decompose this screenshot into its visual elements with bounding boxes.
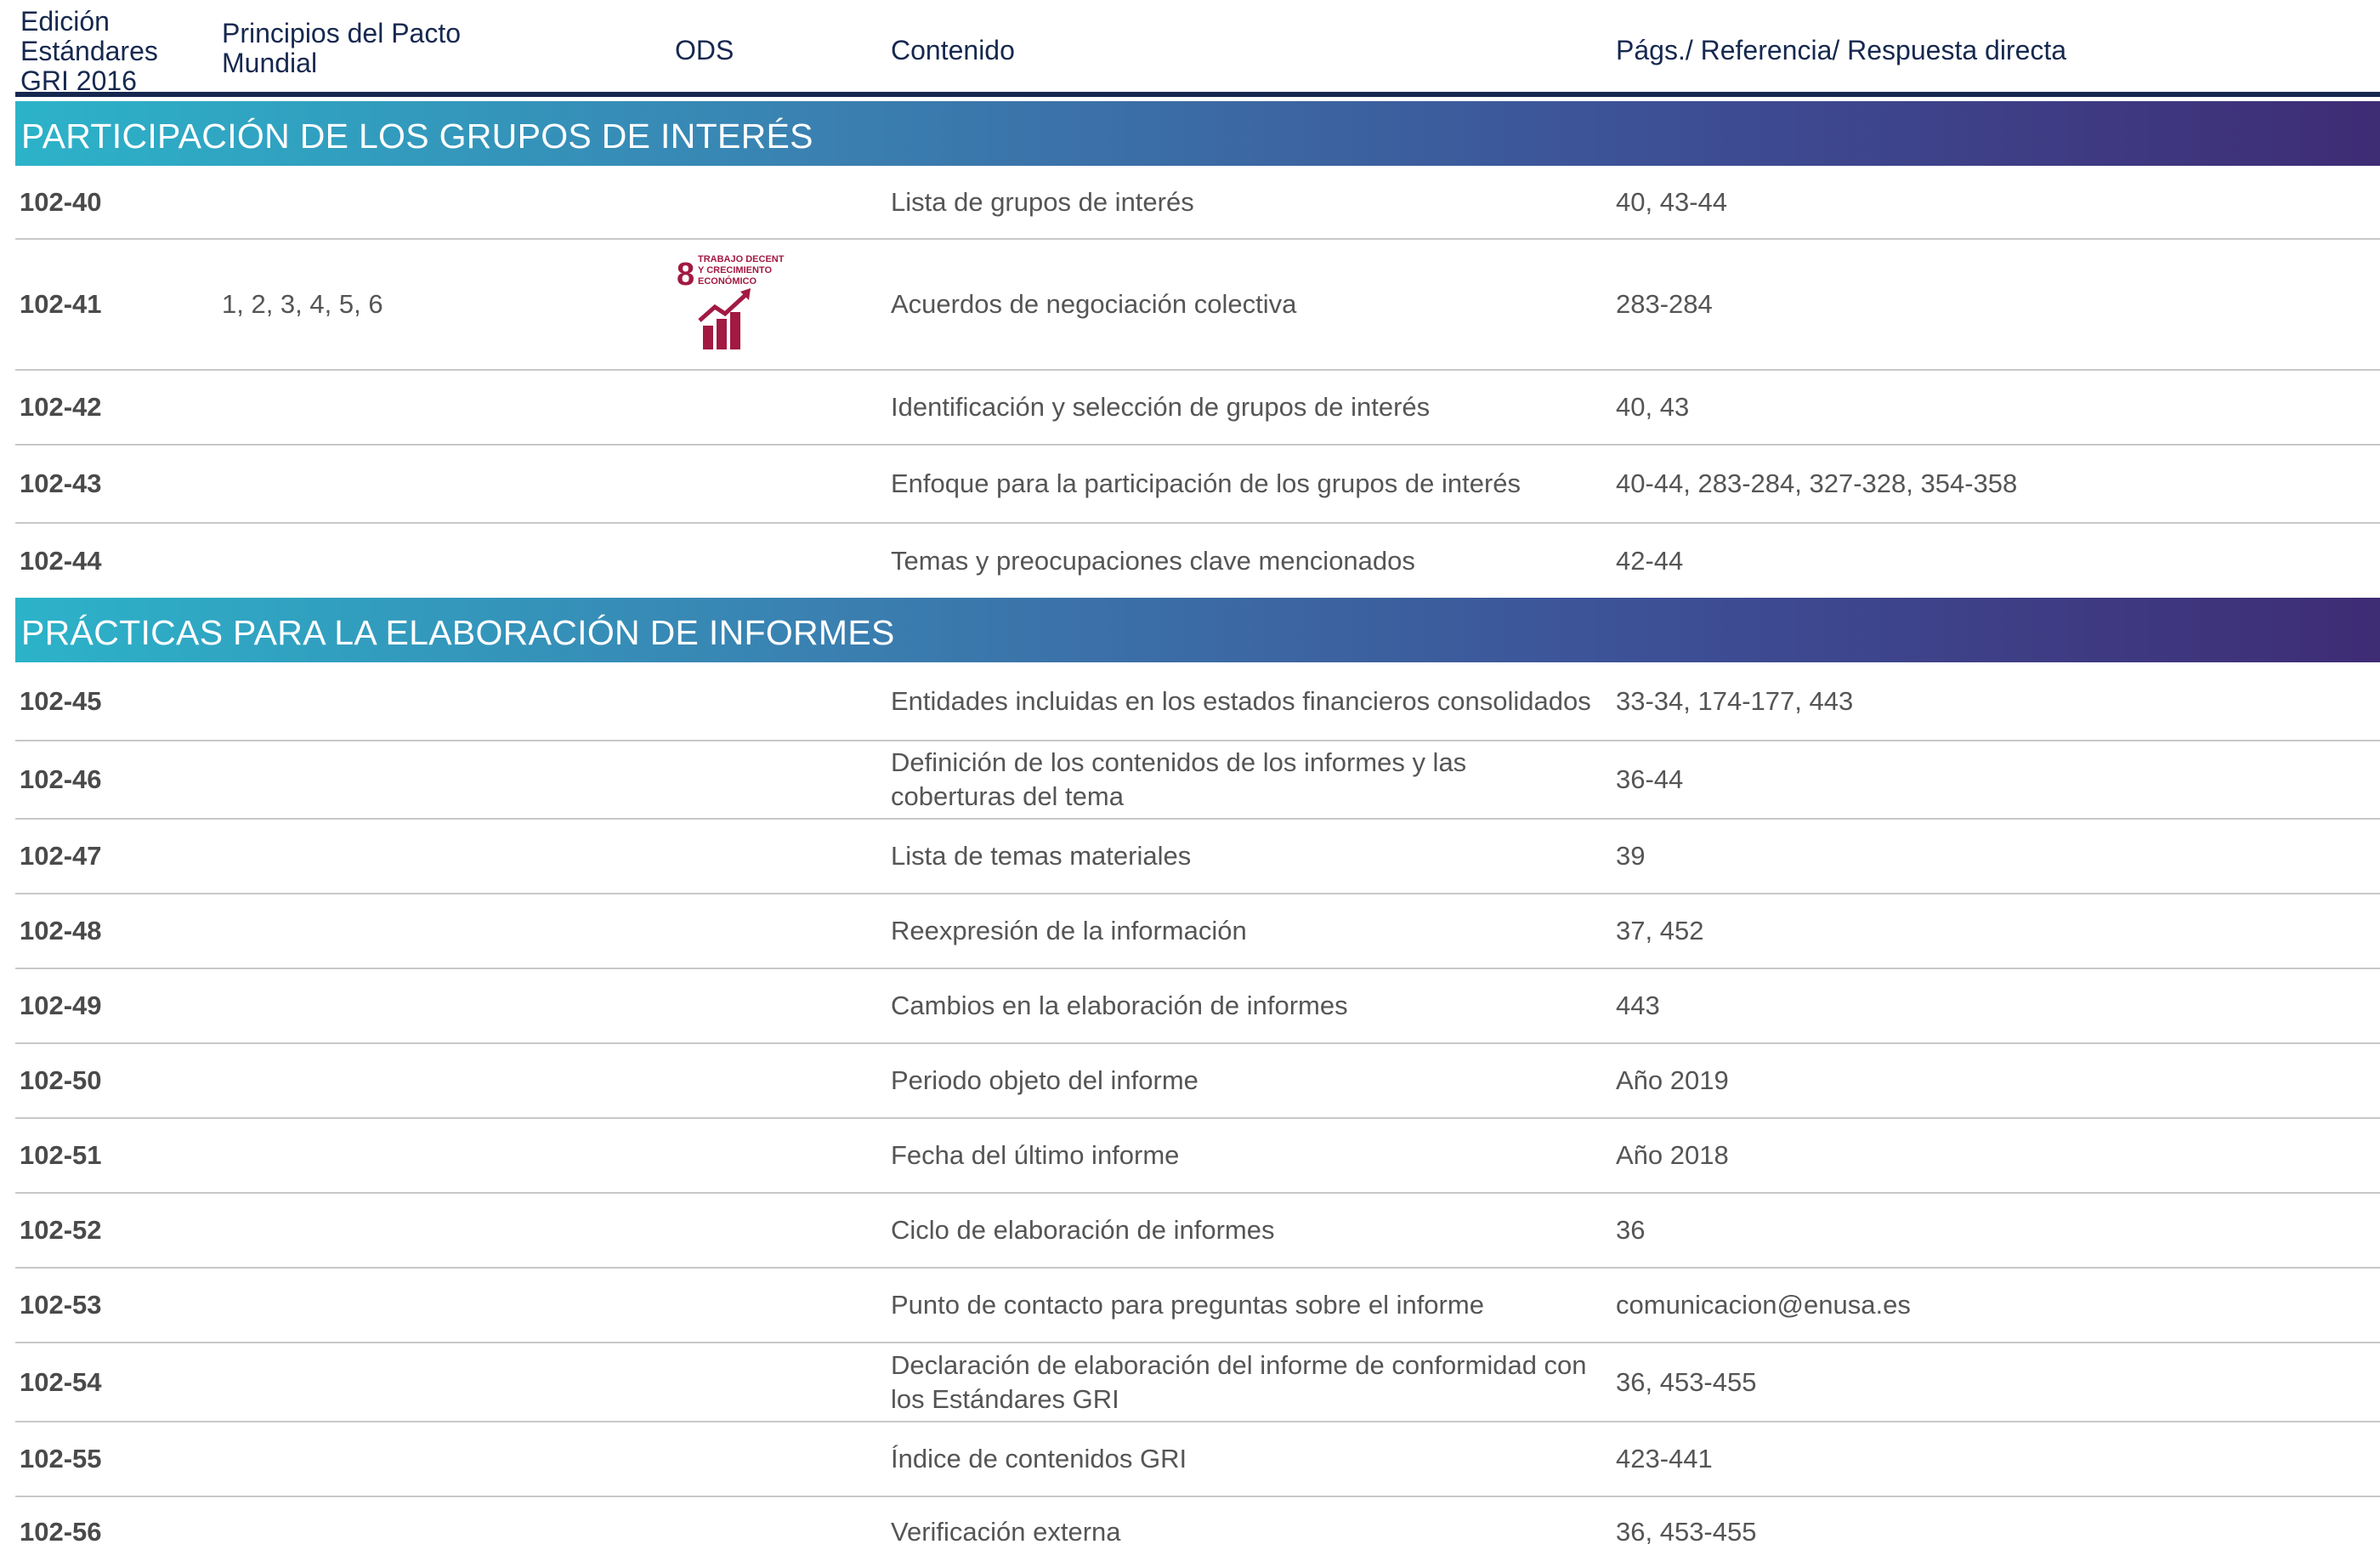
section-bar-participacion: PARTICIPACIÓN DE LOS GRUPOS DE INTERÉS [15,101,2380,166]
gri-code: 102-52 [20,1215,102,1245]
gri-code: 102-54 [20,1366,102,1397]
pags-reference: 423-441 [1616,1444,1713,1473]
contenido-text: Declaración de elaboración del informe d… [891,1349,1587,1414]
contenido-text: Fecha del último informe [891,1140,1180,1170]
sdg-number: 8 [677,257,694,292]
pags-reference: Año 2019 [1616,1065,1729,1095]
contenido-text: Identificación y selección de grupos de … [891,392,1431,422]
section-title: PRÁCTICAS PARA LA ELABORACIÓN DE INFORME… [21,613,895,652]
table-row: 102-41 1, 2, 3, 4, 5, 6 8 TRABAJO DECENT… [15,240,2380,371]
gri-code: 102-40 [20,186,102,217]
gri-code: 102-55 [20,1444,102,1473]
pags-reference: comunicacion@enusa.es [1616,1290,1911,1320]
header-ods: ODS [675,35,734,65]
header-gri-edition: Edición Estándares GRI 2016 [20,6,158,96]
pags-reference: 40, 43-44 [1616,186,1727,217]
pags-reference: 42-44 [1616,546,1684,576]
gri-code: 102-42 [20,392,102,422]
contenido-text: Temas y preocupaciones clave mencionados [891,546,1415,576]
gri-code: 102-49 [20,991,102,1020]
section-bar-practicas: PRÁCTICAS PARA LA ELABORACIÓN DE INFORME… [15,598,2380,662]
table-row: 102-42 Identificación y selección de gru… [15,371,2380,446]
table-row: 102-55 Índice de contenidos GRI 423-441 [15,1422,2380,1497]
contenido-text: Definición de los contenidos de los info… [891,747,1467,811]
table-row: 102-52 Ciclo de elaboración de informes … [15,1194,2380,1269]
table-row: 102-40 Lista de grupos de interés 40, 43… [15,166,2380,240]
contenido-text: Verificación externa [891,1517,1121,1547]
table-row: 102-56 Verificación externa 36, 453-455 [15,1497,2380,1567]
gri-code: 102-43 [20,468,102,498]
header-pacto-mundial: Principios del Pacto Mundial [222,18,462,78]
pags-reference: 33-34, 174-177, 443 [1616,685,1854,716]
table-row: 102-54 Declaración de elaboración del in… [15,1343,2380,1422]
table-row: 102-53 Punto de contacto para preguntas … [15,1269,2380,1343]
pags-reference: 40-44, 283-284, 327-328, 354-358 [1616,468,2018,498]
pags-reference: Año 2018 [1616,1140,1729,1170]
contenido-text: Lista de temas materiales [891,841,1192,871]
contenido-text: Cambios en la elaboración de informes [891,991,1348,1020]
pags-reference: 36, 453-455 [1616,1517,1757,1547]
gri-code: 102-48 [20,916,102,945]
sdg-8-icon: 8 TRABAJO DECENTE Y CRECIMIENTO ECONÓMIC… [674,251,785,353]
table-row: 102-43 Enfoque para la participación de … [15,446,2380,524]
gri-code: 102-51 [20,1140,102,1170]
pags-reference: 40, 43 [1616,392,1690,422]
contenido-text: Ciclo de elaboración de informes [891,1215,1275,1245]
pags-reference: 36-44 [1616,764,1684,794]
contenido-text: Lista de grupos de interés [891,186,1194,217]
table-header: Edición Estándares GRI 2016 Principios d… [15,0,2380,97]
contenido-text: Enfoque para la participación de los gru… [891,468,1522,498]
table-row: 102-46 Definición de los contenidos de l… [15,741,2380,820]
table-row: 102-44 Temas y preocupaciones clave menc… [15,524,2380,599]
sdg-label-line-2: Y CRECIMIENTO [698,265,772,275]
gri-index-page: Edición Estándares GRI 2016 Principios d… [0,0,2380,1567]
table-row: 102-51 Fecha del último informe Año 2018 [15,1119,2380,1194]
pacto-principles [222,166,647,238]
contenido-text: Punto de contacto para preguntas sobre e… [891,1290,1484,1320]
table-row: 102-48 Reexpresión de la información 37,… [15,894,2380,969]
pags-reference: 36 [1616,1215,1646,1245]
gri-code: 102-46 [20,764,102,794]
pags-reference: 39 [1616,841,1646,871]
table-row: 102-49 Cambios en la elaboración de info… [15,969,2380,1044]
gri-code: 102-45 [20,685,102,716]
gri-code: 102-44 [20,546,102,576]
table-row: 102-47 Lista de temas materiales 39 [15,820,2380,894]
contenido-text: Índice de contenidos GRI [891,1444,1187,1473]
contenido-text: Periodo objeto del informe [891,1065,1198,1095]
sdg-label-line-3: ECONÓMICO [698,275,757,287]
sdg-label-line-1: TRABAJO DECENTE [698,254,785,264]
contenido-text: Reexpresión de la información [891,916,1247,945]
gri-code: 102-41 [20,289,102,319]
header-contenido: Contenido [891,35,1015,65]
gri-code: 102-50 [20,1065,102,1095]
pags-reference: 283-284 [1616,289,1713,319]
section-title: PARTICIPACIÓN DE LOS GRUPOS DE INTERÉS [21,116,813,156]
ods-cell: 8 TRABAJO DECENTE Y CRECIMIENTO ECONÓMIC… [644,240,814,369]
gri-code: 102-53 [20,1290,102,1320]
pags-reference: 443 [1616,991,1660,1020]
contenido-text: Entidades incluidas en los estados finan… [891,685,1591,716]
gri-code: 102-56 [20,1517,102,1547]
table-row: 102-50 Periodo objeto del informe Año 20… [15,1044,2380,1119]
header-pags-referencia: Págs./ Referencia/ Respuesta directa [1616,35,2067,65]
pacto-principles: 1, 2, 3, 4, 5, 6 [222,289,383,319]
pags-reference: 37, 452 [1616,916,1704,945]
table-row: 102-45 Entidades incluidas en los estado… [15,662,2380,741]
contenido-text: Acuerdos de negociación colectiva [891,289,1297,319]
gri-code: 102-47 [20,841,102,871]
pags-reference: 36, 453-455 [1616,1366,1757,1397]
